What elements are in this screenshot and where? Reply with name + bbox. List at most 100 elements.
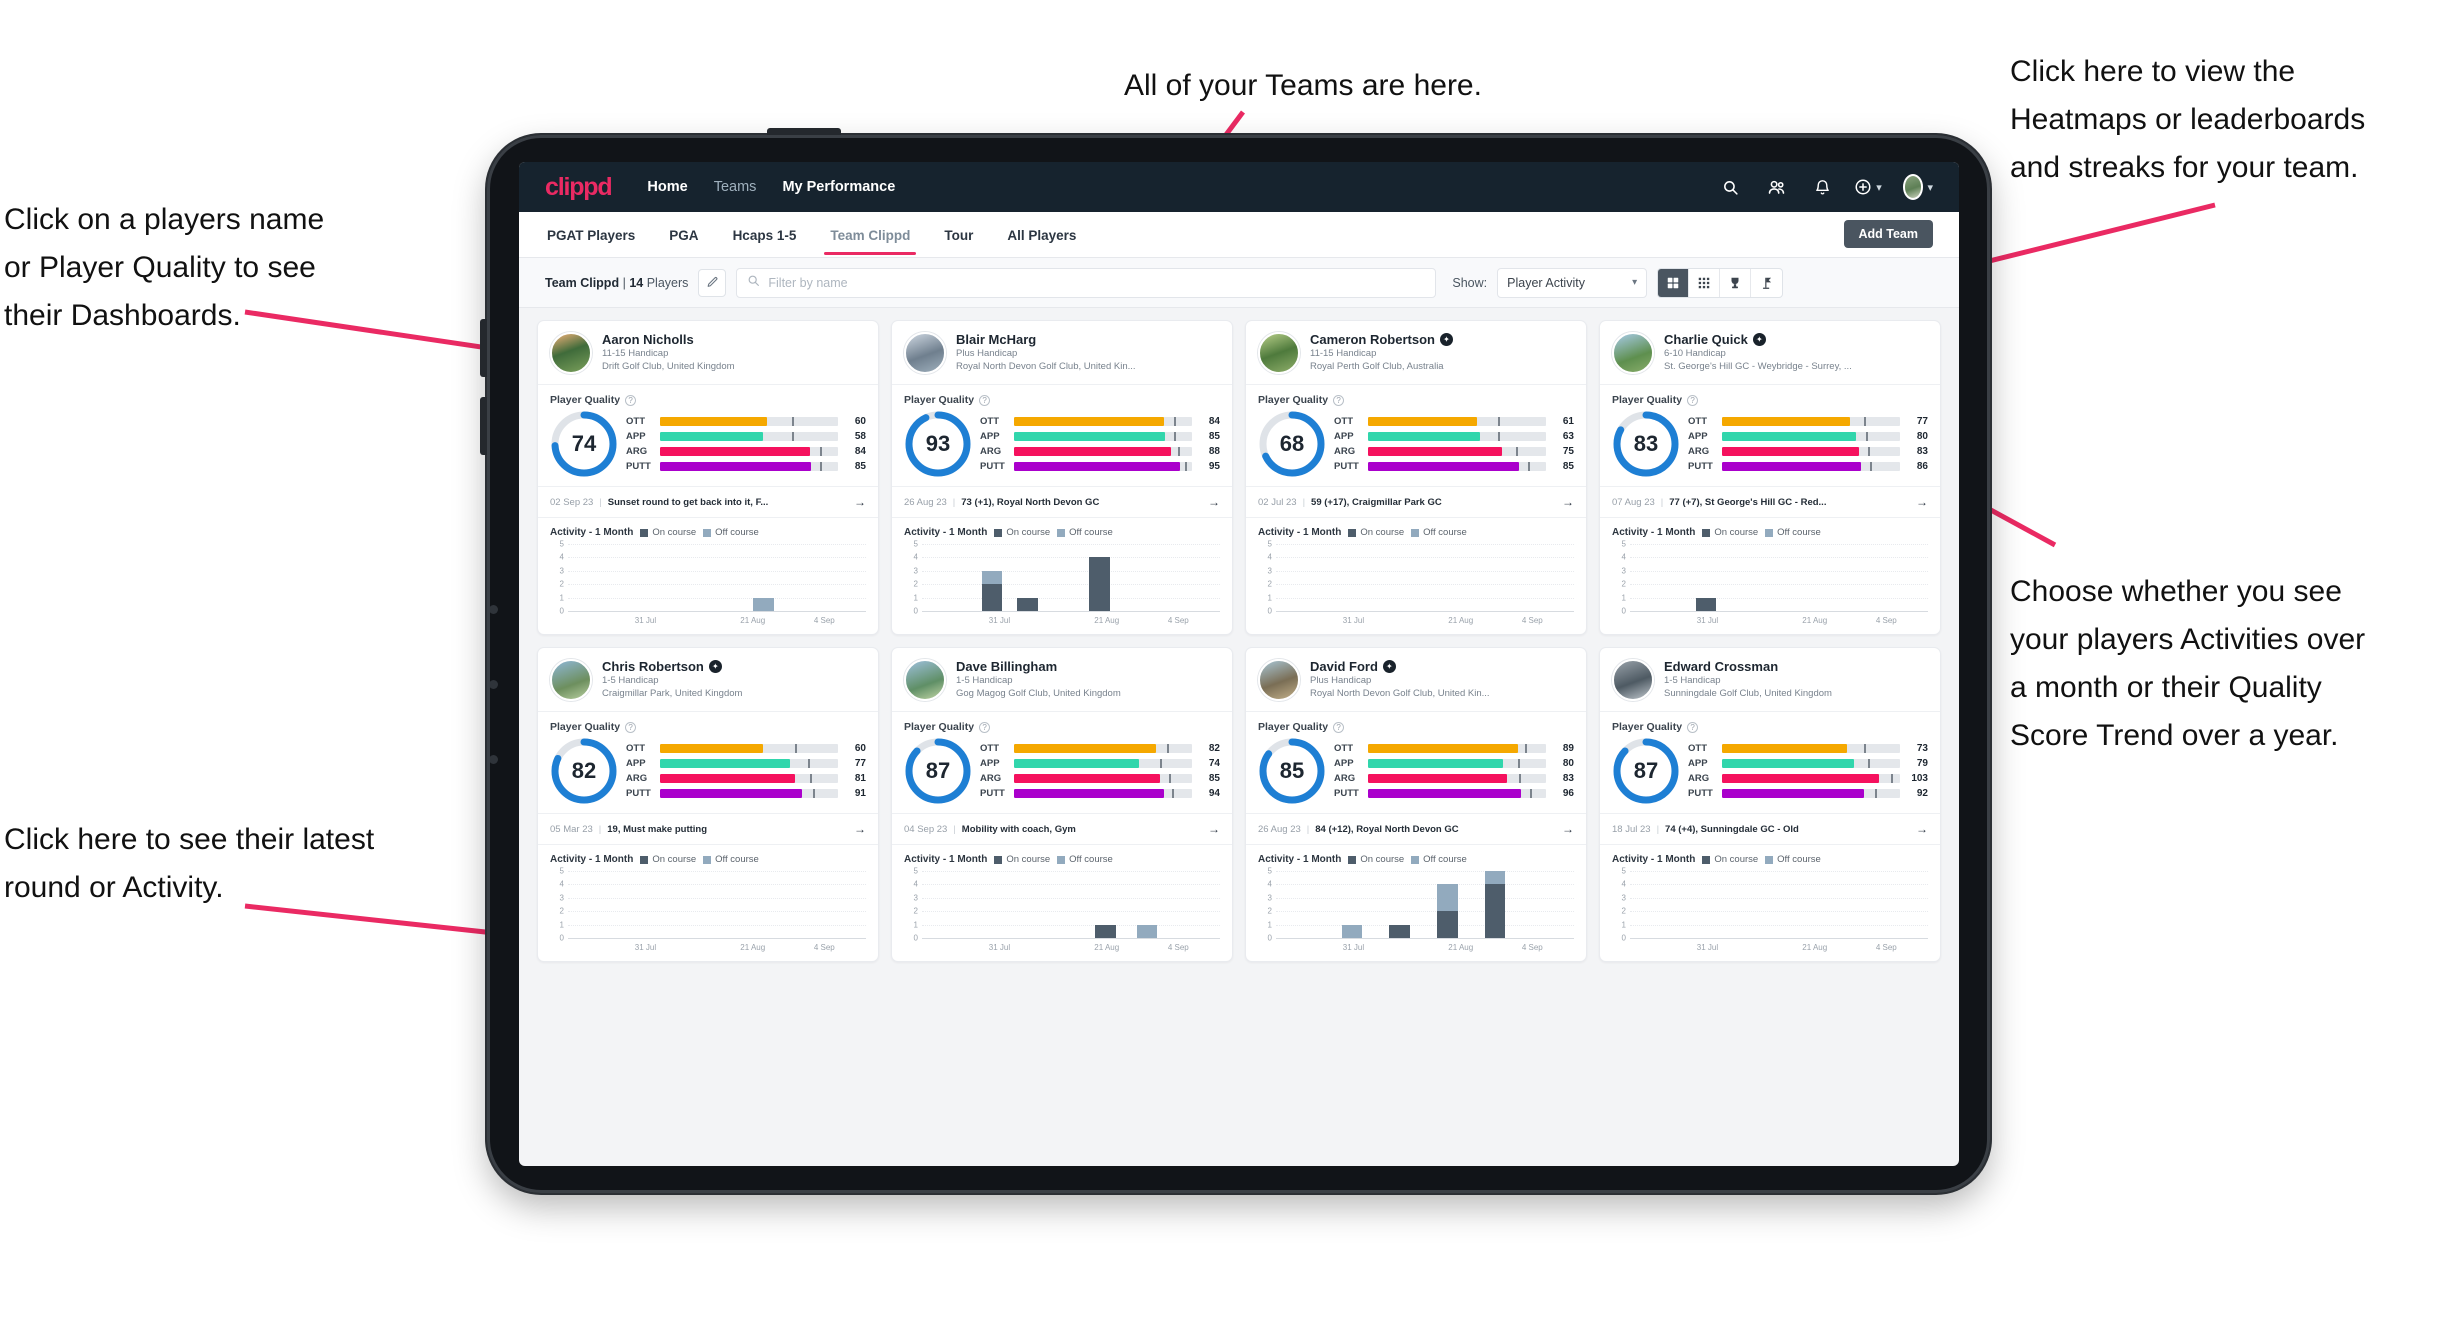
- chevron-down-icon[interactable]: ▾: [1927, 181, 1933, 194]
- help-icon[interactable]: ?: [1333, 721, 1345, 733]
- flagstick-icon[interactable]: [1751, 269, 1782, 297]
- player-quality-ring[interactable]: 87: [1612, 737, 1680, 805]
- player-quality-ring[interactable]: 93: [904, 410, 972, 478]
- player-card[interactable]: Aaron Nicholls 11-15 Handicap Drift Golf C…: [537, 320, 879, 635]
- volume-up-button[interactable]: [480, 319, 489, 377]
- player-quality-header[interactable]: Player Quality?: [1600, 385, 1940, 408]
- player-card[interactable]: Cameron Robertson ✦ 11-15 Handicap Royal Pe…: [1245, 320, 1587, 635]
- player-avatar[interactable]: [550, 659, 592, 701]
- latest-round-row[interactable]: 18 Jul 23 | 74 (+4), Sunningdale GC - Old →: [1600, 813, 1940, 845]
- player-card-header[interactable]: David Ford ✦ Plus Handicap Royal North Devo…: [1246, 648, 1586, 712]
- player-avatar[interactable]: [1258, 332, 1300, 374]
- player-avatar[interactable]: [1612, 332, 1654, 374]
- player-name-row[interactable]: Dave Billingham: [956, 659, 1220, 674]
- player-quality-header[interactable]: Player Quality?: [892, 385, 1232, 408]
- latest-round-row[interactable]: 07 Aug 23 | 77 (+7), St George's Hill GC -…: [1600, 486, 1940, 518]
- tab-pga[interactable]: PGA: [667, 215, 700, 255]
- player-card[interactable]: Charlie Quick ✦ 6-10 Handicap St. George's …: [1599, 320, 1941, 635]
- arrow-right-icon[interactable]: →: [1208, 495, 1220, 509]
- player-quality-header[interactable]: Player Quality?: [892, 712, 1232, 735]
- people-icon[interactable]: [1761, 172, 1791, 202]
- player-avatar[interactable]: [550, 332, 592, 374]
- bell-icon[interactable]: [1807, 172, 1837, 202]
- help-icon[interactable]: ?: [625, 394, 637, 406]
- help-icon[interactable]: ?: [1687, 721, 1699, 733]
- player-card[interactable]: Edward Crossman 1-5 Handicap Sunningdale G…: [1599, 647, 1941, 962]
- pencil-icon[interactable]: [698, 268, 727, 297]
- player-name[interactable]: Aaron Nicholls: [602, 332, 694, 347]
- player-avatar[interactable]: [904, 659, 946, 701]
- clippd-logo[interactable]: clippd: [545, 173, 613, 202]
- help-icon[interactable]: ?: [979, 394, 991, 406]
- plus-circle-icon[interactable]: ▾: [1853, 172, 1883, 202]
- tab-pgat-players[interactable]: PGAT Players: [545, 215, 637, 255]
- player-card-header[interactable]: Aaron Nicholls 11-15 Handicap Drift Golf C…: [538, 321, 878, 385]
- player-card-header[interactable]: Charlie Quick ✦ 6-10 Handicap St. George's …: [1600, 321, 1940, 385]
- player-card-header[interactable]: Edward Crossman 1-5 Handicap Sunningdale G…: [1600, 648, 1940, 712]
- player-quality-header[interactable]: Player Quality?: [538, 385, 878, 408]
- player-name-row[interactable]: Cameron Robertson ✦: [1310, 332, 1574, 347]
- player-quality-ring[interactable]: 74: [550, 410, 618, 478]
- latest-round-row[interactable]: 02 Jul 23 | 59 (+17), Craigmillar Park GC →: [1246, 486, 1586, 518]
- player-avatar[interactable]: [1258, 659, 1300, 701]
- tab-team-clippd[interactable]: Team Clippd: [824, 215, 917, 255]
- help-icon[interactable]: ?: [1687, 394, 1699, 406]
- nav-link-my-performance[interactable]: My Performance: [782, 179, 895, 195]
- player-name-row[interactable]: Edward Crossman: [1664, 659, 1928, 674]
- player-card-header[interactable]: Dave Billingham 1-5 Handicap Gog Magog Gol…: [892, 648, 1232, 712]
- tab-hcaps-1-5[interactable]: Hcaps 1-5: [731, 215, 799, 255]
- arrow-right-icon[interactable]: →: [1562, 495, 1574, 509]
- player-name[interactable]: Dave Billingham: [956, 659, 1057, 674]
- player-card-header[interactable]: Cameron Robertson ✦ 11-15 Handicap Royal Pe…: [1246, 321, 1586, 385]
- latest-round-row[interactable]: 26 Aug 23 | 73 (+1), Royal North Devon GC →: [892, 486, 1232, 518]
- player-quality-ring[interactable]: 85: [1258, 737, 1326, 805]
- player-avatar[interactable]: [1612, 659, 1654, 701]
- grid-view-icon[interactable]: [1658, 268, 1690, 297]
- player-card[interactable]: David Ford ✦ Plus Handicap Royal North Devo…: [1245, 647, 1587, 962]
- player-card[interactable]: Blair McHarg Plus Handicap Royal North Dev…: [891, 320, 1233, 635]
- player-avatar[interactable]: [904, 332, 946, 374]
- nav-link-home[interactable]: Home: [647, 179, 687, 195]
- latest-round-row[interactable]: 02 Sep 23 | Sunset round to get back into …: [538, 486, 878, 518]
- player-quality-header[interactable]: Player Quality?: [538, 712, 878, 735]
- player-name-row[interactable]: Charlie Quick ✦: [1664, 332, 1928, 347]
- latest-round-row[interactable]: 05 Mar 23 | 19, Must make putting →: [538, 813, 878, 845]
- player-name[interactable]: Blair McHarg: [956, 332, 1036, 347]
- player-card-header[interactable]: Chris Robertson ✦ 1-5 Handicap Craigmillar …: [538, 648, 878, 712]
- dense-grid-icon[interactable]: [1689, 268, 1721, 297]
- search-input[interactable]: [768, 275, 1426, 290]
- player-quality-header[interactable]: Player Quality?: [1246, 385, 1586, 408]
- arrow-right-icon[interactable]: →: [854, 495, 866, 509]
- arrow-right-icon[interactable]: →: [1562, 822, 1574, 836]
- player-name[interactable]: Edward Crossman: [1664, 659, 1778, 674]
- search-input-wrapper[interactable]: [736, 267, 1437, 298]
- player-quality-ring[interactable]: 82: [550, 737, 618, 805]
- help-icon[interactable]: ?: [625, 721, 637, 733]
- avatar[interactable]: ▾: [1903, 172, 1933, 202]
- help-icon[interactable]: ?: [979, 721, 991, 733]
- player-name-row[interactable]: Chris Robertson ✦: [602, 659, 866, 674]
- player-name[interactable]: Charlie Quick: [1664, 332, 1748, 347]
- arrow-right-icon[interactable]: →: [1916, 495, 1928, 509]
- trophy-icon[interactable]: [1720, 268, 1752, 297]
- player-name[interactable]: Cameron Robertson: [1310, 332, 1435, 347]
- volume-down-button[interactable]: [480, 397, 489, 455]
- arrow-right-icon[interactable]: →: [1208, 822, 1220, 836]
- arrow-right-icon[interactable]: →: [854, 822, 866, 836]
- player-quality-ring[interactable]: 87: [904, 737, 972, 805]
- player-quality-ring[interactable]: 83: [1612, 410, 1680, 478]
- arrow-right-icon[interactable]: →: [1916, 822, 1928, 836]
- power-button[interactable]: [767, 128, 841, 137]
- player-quality-header[interactable]: Player Quality?: [1600, 712, 1940, 735]
- add-team-button[interactable]: Add Team: [1843, 220, 1933, 248]
- player-card-header[interactable]: Blair McHarg Plus Handicap Royal North Dev…: [892, 321, 1232, 385]
- tab-tour[interactable]: Tour: [942, 215, 975, 255]
- search-icon[interactable]: [1715, 172, 1745, 202]
- player-name-row[interactable]: Blair McHarg: [956, 332, 1220, 347]
- player-card[interactable]: Chris Robertson ✦ 1-5 Handicap Craigmillar …: [537, 647, 879, 962]
- latest-round-row[interactable]: 04 Sep 23 | Mobility with coach, Gym →: [892, 813, 1232, 845]
- player-name[interactable]: Chris Robertson: [602, 659, 704, 674]
- player-quality-ring[interactable]: 68: [1258, 410, 1326, 478]
- show-select[interactable]: Player Activity ▾: [1497, 267, 1648, 298]
- player-card[interactable]: Dave Billingham 1-5 Handicap Gog Magog Gol…: [891, 647, 1233, 962]
